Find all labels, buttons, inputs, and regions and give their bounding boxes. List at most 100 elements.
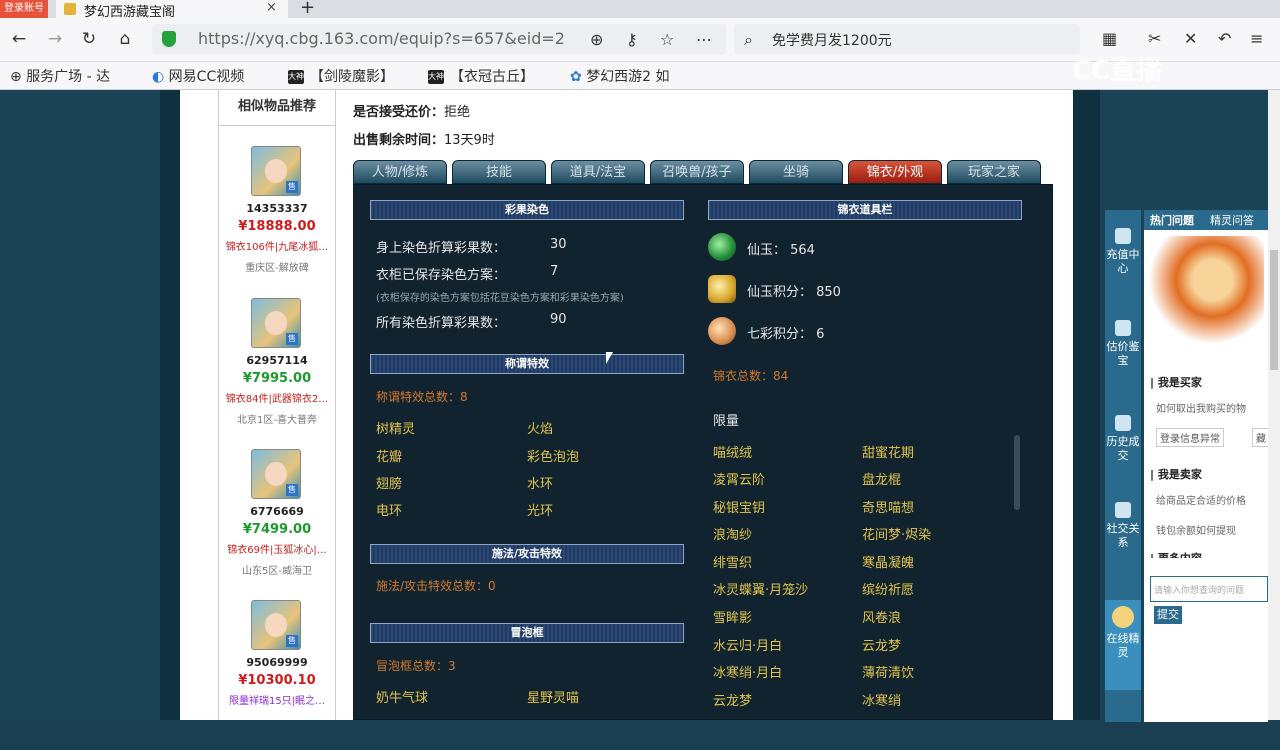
history-icon [1115, 415, 1131, 431]
undo-icon[interactable]: ↶ [1218, 29, 1231, 48]
title-effect-item: 光环 [527, 504, 554, 519]
currency-label: 仙玉积分： 850 [747, 285, 841, 300]
dye-note: (衣柜保存的染色方案包括花豆染色方案和彩果染色方案) [376, 293, 624, 304]
tab-mounts[interactable]: 坐骑 [749, 160, 843, 184]
item-id: 62957114 [246, 354, 308, 367]
new-tab-icon[interactable]: + [300, 0, 315, 18]
scrollbar-thumb[interactable] [1270, 250, 1278, 370]
tab-character[interactable]: 人物/修炼 [353, 160, 447, 184]
limited-item: 绯雪织 [713, 556, 753, 571]
character-avatar[interactable]: 售 [251, 600, 301, 650]
character-avatar[interactable]: 售 [251, 449, 301, 499]
title-effects-total: 称谓特效总数：8 [376, 390, 468, 404]
bubble-item: 星野灵喵 [527, 691, 580, 706]
submit-button[interactable]: 提交 [1154, 606, 1182, 624]
limited-item: 甜蜜花期 [862, 446, 915, 461]
limited-item: 雪眸影 [713, 611, 753, 626]
limited-item: 花间梦·烬染 [862, 528, 932, 543]
seller-question[interactable]: 钱包余额如何提现 [1156, 522, 1236, 537]
limited-item: 薄荷清饮 [862, 666, 915, 681]
tab-items[interactable]: 道具/法宝 [551, 160, 645, 184]
bookmark-item[interactable]: ✿ 梦幻西游2 如 [570, 66, 670, 86]
similar-item[interactable]: 售 95069999 ¥10300.10 限量祥瑞15只|眠之… [219, 600, 335, 750]
help-tabs: 热门问题 精灵问答 [1144, 210, 1268, 230]
home-icon[interactable]: ⌂ [114, 28, 136, 50]
limited-item: 秘银宝钥 [713, 501, 766, 516]
grid-icon[interactable]: ▦ [1102, 29, 1117, 48]
item-desc[interactable]: 锦衣84件|武器锦衣2… [219, 390, 335, 405]
back-icon[interactable]: ← [8, 28, 30, 50]
item-price: ¥7995.00 [242, 371, 312, 386]
recharge-button[interactable]: 充值中心 [1105, 228, 1141, 276]
reload-icon[interactable]: ↻ [78, 28, 100, 50]
item-desc[interactable]: 限量祥瑞15只|眠之… [219, 692, 335, 707]
menu-icon[interactable]: ≡ [1250, 29, 1263, 48]
more-icon[interactable]: ⋯ [696, 30, 712, 49]
title-effect-item: 水环 [527, 477, 554, 492]
bookmark-item[interactable]: 大神 【衣冠古丘】 [428, 66, 534, 86]
login-badge[interactable]: 登录账号 [0, 0, 48, 18]
similar-item[interactable]: 售 6776669 ¥7499.00 锦衣69件|玉狐冰心|… 山东5区-威海卫 [219, 449, 335, 599]
similar-item[interactable]: 售 62957114 ¥7995.00 锦衣84件|武器锦衣2… 北京1区-喜大… [219, 298, 335, 448]
tab-hot-questions[interactable]: 热门问题 [1150, 212, 1194, 228]
zoom-icon[interactable]: ⊕ [590, 30, 603, 49]
item-server: 北京1区-喜大普奔 [237, 415, 317, 426]
online-sprite-button[interactable]: 在线精灵 [1105, 600, 1141, 690]
browser-tab[interactable]: 梦幻西游藏宝阁 × [56, 0, 288, 20]
cut-icon[interactable]: ✂ [1148, 29, 1161, 48]
similar-item[interactable]: 售 14353337 ¥18888.00 锦衣106件|九尾冰狐… 重庆区-解放… [219, 146, 335, 296]
bubble-item: 奶牛气球 [376, 691, 429, 706]
item-price: ¥18888.00 [238, 219, 316, 234]
limited-item: 云龙梦 [713, 694, 753, 709]
item-desc[interactable]: 锦衣69件|玉狐冰心|… [219, 541, 335, 556]
title-effect-item: 树精灵 [376, 422, 416, 437]
address-bar[interactable]: https://xyq.cbg.163.com/equip?s=657&eid=… [152, 24, 726, 54]
tab-home[interactable]: 玩家之家 [947, 160, 1041, 184]
tab-pets[interactable]: 召唤兽/孩子 [650, 160, 744, 184]
login-issue-button[interactable]: 登录信息异常 [1156, 428, 1224, 447]
title-effect-item: 花瓣 [376, 450, 403, 465]
currency-label: 仙玉： 564 [747, 243, 815, 258]
bargain-info: 是否接受还价：拒绝 [353, 105, 471, 120]
url-text[interactable]: https://xyq.cbg.163.com/equip?s=657&eid=… [198, 29, 565, 48]
bookmark-item[interactable]: ◐ 网易CC视频 [152, 66, 244, 86]
limited-label: 限量 [713, 414, 740, 429]
similar-items-sidebar: 相似物品推荐 售 14353337 ¥18888.00 锦衣106件|九尾冰狐…… [218, 90, 336, 720]
search-box[interactable]: ⌕ 免学费月发1200元 [734, 24, 1080, 54]
window-scrollbar[interactable] [1268, 90, 1280, 720]
star-icon[interactable]: ☆ [660, 30, 674, 49]
tab-skills[interactable]: 技能 [452, 160, 546, 184]
appraise-button[interactable]: 估价鉴宝 [1105, 320, 1141, 368]
character-avatar[interactable]: 售 [251, 298, 301, 348]
buyer-heading: | 我是买家 [1150, 376, 1202, 389]
tab-appearance[interactable]: 锦衣/外观 [848, 160, 942, 184]
more-heading: | 更多内容 [1150, 550, 1202, 558]
wallet-icon [1115, 228, 1131, 244]
search-text[interactable]: 免学费月发1200元 [772, 30, 892, 50]
spell-effects-total: 施法/攻击特效总数：0 [376, 579, 496, 593]
tab-sprite-qa[interactable]: 精灵问答 [1210, 212, 1254, 228]
tab-close-icon[interactable]: × [266, 0, 277, 15]
item-desc[interactable]: 锦衣106件|九尾冰狐… [219, 238, 335, 253]
dye-row-value: 7 [550, 264, 559, 279]
key-icon[interactable]: ⚷ [626, 30, 638, 49]
social-button[interactable]: 社交关系 [1105, 502, 1141, 550]
forward-icon[interactable]: → [44, 28, 66, 50]
bookmark-item[interactable]: ⊕ 服务广场 - 达 [10, 66, 110, 86]
site-favicon-icon [64, 3, 76, 15]
bookmark-item[interactable]: 大神 【剑陵魔影】 [288, 66, 394, 86]
title-effect-item: 彩色泡泡 [527, 450, 580, 465]
dashen-icon: 大神 [288, 70, 304, 84]
history-button[interactable]: 历史成交 [1105, 415, 1141, 463]
buyer-question[interactable]: 如何取出我购买的物 [1156, 400, 1246, 415]
panel-scrollbar[interactable] [1014, 435, 1020, 510]
time-info: 出售剩余时间：13天9时 [353, 133, 495, 148]
tools-icon[interactable]: ✕ [1184, 29, 1197, 48]
limited-item: 浪淘纱 [713, 528, 753, 543]
seller-question[interactable]: 给商品定合适的价格 [1156, 492, 1246, 507]
browser-tab-bar: 梦幻西游藏宝阁 × + 登录账号 [0, 0, 1280, 20]
character-avatar[interactable]: 售 [251, 146, 301, 196]
title-effect-item: 火焰 [527, 422, 554, 437]
limited-item: 冰灵蝶翼·月笼沙 [713, 583, 809, 598]
help-question-input[interactable]: 请输入你想查询的问题 [1150, 576, 1268, 602]
